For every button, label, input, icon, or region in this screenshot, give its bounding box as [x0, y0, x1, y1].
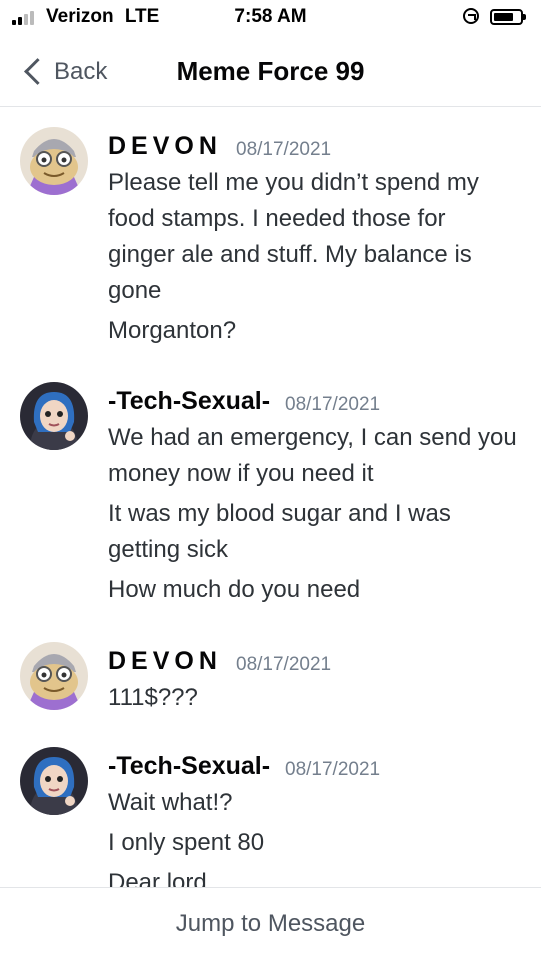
message-text[interactable]: Please tell me you didn’t spend my food … — [108, 165, 518, 309]
devon-avatar-icon — [20, 642, 88, 710]
message-text[interactable]: Wait what!? — [108, 785, 518, 821]
message-timestamp: 08/17/2021 — [285, 394, 381, 415]
message-author[interactable]: -Tech-Sexual- — [108, 387, 270, 416]
message-text[interactable]: Morganton? — [108, 313, 518, 349]
message-text[interactable]: I only spent 80 — [108, 825, 518, 861]
message-author[interactable]: -Tech-Sexual- — [108, 752, 270, 781]
tech-sexual-avatar-icon — [20, 747, 88, 815]
message-text[interactable]: 111$??? — [108, 680, 518, 716]
message-text[interactable]: How much do you need — [108, 572, 518, 608]
status-bar: Verizon LTE 7:58 AM — [0, 0, 541, 34]
tech-sexual-avatar-icon — [20, 382, 88, 450]
avatar[interactable] — [20, 747, 88, 815]
message-text[interactable]: It was my blood sugar and I was getting … — [108, 496, 518, 568]
message-author[interactable]: DEVON — [108, 647, 222, 676]
rotation-lock-icon — [463, 8, 479, 24]
message-text[interactable]: We had an emergency, I can send you mone… — [108, 420, 518, 492]
page-title: Meme Force 99 — [176, 56, 365, 86]
message-group: -Tech-Sexual- 08/17/2021 We had an emerg… — [0, 362, 541, 627]
avatar[interactable] — [20, 382, 88, 450]
message-author[interactable]: DEVON — [108, 132, 222, 161]
message-text[interactable]: Dear lord — [108, 865, 518, 887]
devon-avatar-icon — [20, 127, 88, 195]
jump-bar: Jump to Message — [0, 887, 541, 961]
avatar[interactable] — [20, 642, 88, 710]
channel-header: Back Meme Force 99 — [0, 34, 541, 107]
message-timestamp: 08/17/2021 — [285, 759, 381, 780]
message-group: DEVON 08/17/2021 111$??? — [0, 622, 541, 722]
message-timestamp: 08/17/2021 — [236, 654, 332, 675]
avatar[interactable] — [20, 127, 88, 195]
message-list[interactable]: DEVON 08/17/2021 Please tell me you didn… — [0, 107, 541, 887]
message-timestamp: 08/17/2021 — [236, 139, 332, 160]
jump-to-message-button[interactable]: Jump to Message — [0, 910, 541, 938]
status-time: 7:58 AM — [234, 6, 307, 27]
message-group: DEVON 08/17/2021 Please tell me you didn… — [0, 107, 541, 372]
battery-icon — [490, 9, 526, 25]
message-group: -Tech-Sexual- 08/17/2021 Wait what!? I o… — [0, 727, 541, 887]
